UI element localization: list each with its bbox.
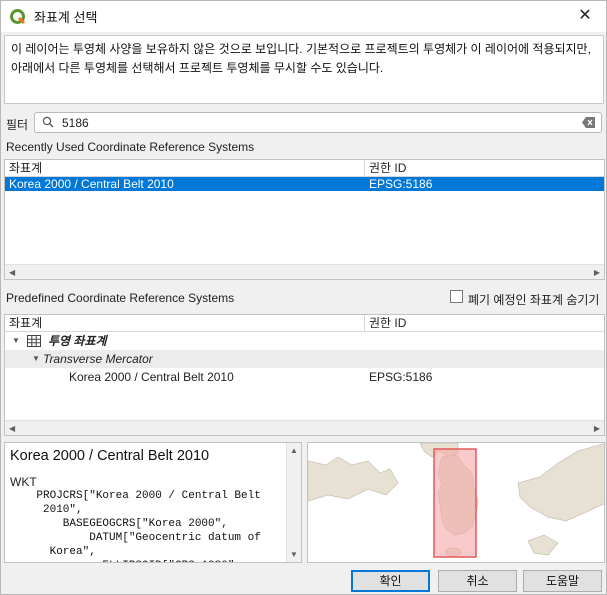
close-button[interactable]: ✕ (574, 5, 596, 27)
hide-deprecated-checkbox[interactable] (450, 290, 463, 303)
window-title: 좌표계 선택 (34, 10, 98, 25)
horizontal-scrollbar[interactable]: ◀ ▶ (5, 264, 604, 279)
scroll-up-icon[interactable]: ▲ (290, 446, 298, 455)
crs-extent-rectangle (433, 448, 477, 558)
filter-value: 5186 (62, 116, 89, 130)
column-header-crs[interactable]: 좌표계 (5, 315, 365, 331)
scroll-left-icon[interactable]: ◀ (9, 268, 15, 277)
horizontal-scrollbar[interactable]: ◀ ▶ (5, 420, 604, 435)
qgis-logo-icon (10, 8, 26, 24)
grid-icon (27, 335, 41, 347)
help-button[interactable]: 도움말 (523, 570, 602, 592)
korea-map (308, 443, 604, 558)
table-row[interactable]: Korea 2000 / Central Belt 2010 EPSG:5186 (5, 177, 604, 191)
authority-id: EPSG:5186 (369, 370, 433, 384)
column-header-authority-id[interactable]: 권한 ID (365, 160, 604, 176)
column-header-authority-id[interactable]: 권한 ID (365, 315, 604, 331)
hide-deprecated-label: 폐기 예정인 좌표계 숨기기 (468, 293, 600, 307)
predefined-crs-tree: 좌표계 권한 ID ▼ 투영 좌표계 ▼ Transverse Mercator… (4, 314, 605, 436)
tree-group-projected[interactable]: ▼ 투영 좌표계 (5, 332, 604, 350)
cancel-button[interactable]: 취소 (438, 570, 517, 592)
china-landmass (308, 456, 399, 502)
authority-id: EPSG:5186 (369, 177, 433, 191)
extent-map (307, 442, 605, 563)
crs-name: Korea 2000 / Central Belt 2010 (9, 177, 174, 191)
column-header-crs[interactable]: 좌표계 (5, 160, 365, 176)
scroll-right-icon[interactable]: ▶ (594, 268, 600, 277)
vertical-scrollbar[interactable]: ▲ ▼ (286, 443, 301, 562)
recent-crs-label: Recently Used Coordinate Reference Syste… (6, 140, 255, 154)
japan-landmass (517, 443, 604, 522)
kyushu-landmass (527, 534, 559, 556)
title-bar: 좌표계 선택 ✕ (1, 1, 606, 32)
scroll-left-icon[interactable]: ◀ (9, 424, 15, 433)
crs-details-panel: Korea 2000 / Central Belt 2010 WKT PROJC… (4, 442, 302, 563)
expand-arrow-icon[interactable]: ▼ (5, 332, 27, 350)
predefined-crs-label: Predefined Coordinate Reference Systems (6, 291, 235, 305)
projection-note: 이 레이어는 투영체 사양을 보유하지 않은 것으로 보입니다. 기본적으로 프… (4, 35, 604, 104)
clear-icon[interactable] (582, 117, 595, 128)
crs-name: Korea 2000 / Central Belt 2010 (69, 370, 234, 384)
crs-dialog: 좌표계 선택 ✕ 이 레이어는 투영체 사양을 보유하지 않은 것으로 보입니다… (0, 0, 607, 595)
tree-item-korea-2000[interactable]: Korea 2000 / Central Belt 2010 EPSG:5186 (5, 368, 604, 386)
expand-arrow-icon[interactable]: ▼ (5, 350, 43, 368)
tree-subgroup-transverse-mercator[interactable]: ▼ Transverse Mercator (5, 350, 604, 368)
tree-subgroup-label: Transverse Mercator (43, 352, 153, 366)
scroll-down-icon[interactable]: ▼ (290, 550, 298, 559)
predefined-table-header: 좌표계 권한 ID (5, 315, 604, 332)
recent-table-header: 좌표계 권한 ID (5, 160, 604, 177)
wkt-text: PROJCRS["Korea 2000 / Central Belt 2010"… (36, 490, 261, 562)
filter-input[interactable]: 5186 (34, 112, 602, 133)
ok-button[interactable]: 확인 (351, 570, 430, 592)
tree-group-label: 투영 좌표계 (48, 334, 107, 348)
filter-label: 필터 (6, 118, 29, 132)
wkt-label: WKT (10, 475, 37, 489)
scroll-right-icon[interactable]: ▶ (594, 424, 600, 433)
recent-crs-table: 좌표계 권한 ID Korea 2000 / Central Belt 2010… (4, 159, 605, 280)
search-icon (42, 116, 54, 128)
crs-detail-name: Korea 2000 / Central Belt 2010 (10, 448, 210, 464)
